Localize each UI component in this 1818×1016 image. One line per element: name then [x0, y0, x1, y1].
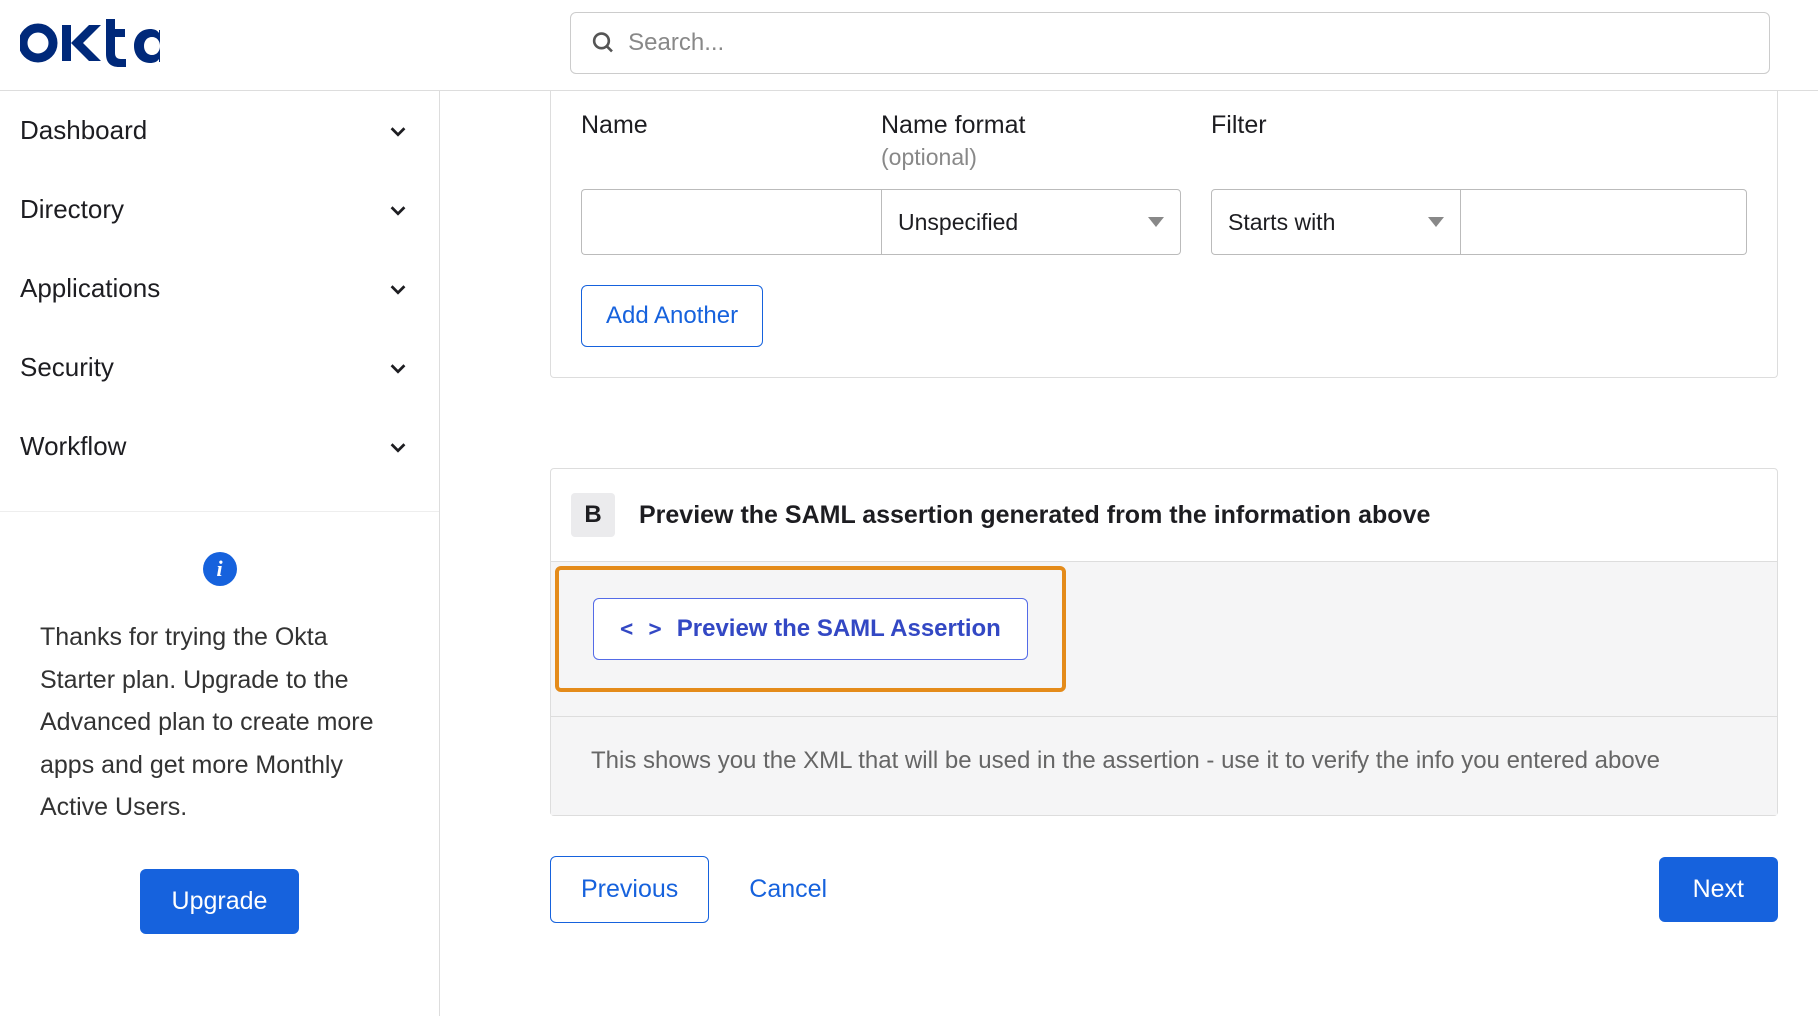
sidebar-item-label: Security [20, 352, 114, 383]
sidebar-item-workflow[interactable]: Workflow [0, 407, 439, 486]
sidebar: Dashboard Directory Applications Securit… [0, 91, 440, 1016]
okta-logo [20, 19, 170, 67]
dropdown-icon [1428, 217, 1444, 227]
info-icon: i [203, 552, 237, 586]
sidebar-item-directory[interactable]: Directory [0, 170, 439, 249]
name-format-column-label: Name format [881, 111, 1181, 140]
filter-type-select[interactable]: Starts with [1211, 189, 1461, 255]
preview-section-title: Preview the SAML assertion generated fro… [639, 501, 1430, 530]
filter-type-value: Starts with [1228, 209, 1335, 236]
search-icon [591, 30, 616, 56]
add-another-button[interactable]: Add Another [581, 285, 763, 347]
sidebar-item-dashboard[interactable]: Dashboard [0, 91, 439, 170]
previous-button[interactable]: Previous [550, 856, 709, 923]
attributes-panel: Name Name format (optional) Unspecified [550, 91, 1778, 378]
wizard-footer: Previous Cancel Next [550, 856, 1778, 923]
sidebar-item-label: Directory [20, 194, 124, 225]
name-column-label: Name [581, 111, 881, 140]
sidebar-item-label: Workflow [20, 431, 126, 462]
preview-description: This shows you the XML that will be used… [551, 716, 1777, 815]
upgrade-text: Thanks for trying the Okta Starter plan.… [40, 616, 399, 829]
preview-saml-button[interactable]: < > Preview the SAML Assertion [593, 598, 1028, 660]
name-format-value: Unspecified [898, 209, 1018, 236]
preview-saml-button-label: Preview the SAML Assertion [677, 615, 1001, 643]
name-input[interactable] [581, 189, 881, 255]
search-input[interactable] [628, 29, 1749, 57]
sidebar-item-label: Applications [20, 273, 160, 304]
preview-section: B Preview the SAML assertion generated f… [550, 468, 1778, 816]
search-box[interactable] [570, 12, 1770, 74]
cancel-button[interactable]: Cancel [749, 875, 827, 904]
preview-highlight-box: < > Preview the SAML Assertion [555, 566, 1066, 692]
sidebar-item-label: Dashboard [20, 115, 147, 146]
filter-value-input[interactable] [1461, 189, 1747, 255]
sidebar-item-security[interactable]: Security [0, 328, 439, 407]
chevron-down-icon [387, 278, 409, 300]
main-content: Name Name format (optional) Unspecified [440, 91, 1818, 1016]
upgrade-button[interactable]: Upgrade [140, 869, 300, 934]
chevron-down-icon [387, 436, 409, 458]
name-format-optional-label: (optional) [881, 144, 1181, 171]
chevron-down-icon [387, 199, 409, 221]
next-button[interactable]: Next [1659, 857, 1778, 922]
name-format-select[interactable]: Unspecified [881, 189, 1181, 255]
filter-column-label: Filter [1211, 111, 1747, 140]
code-icon: < > [620, 617, 663, 642]
upgrade-panel: i Thanks for trying the Okta Starter pla… [0, 511, 439, 974]
section-badge: B [571, 493, 615, 537]
sidebar-item-applications[interactable]: Applications [0, 249, 439, 328]
chevron-down-icon [387, 357, 409, 379]
okta-logo-icon [20, 19, 160, 67]
dropdown-icon [1148, 217, 1164, 227]
top-header [0, 0, 1818, 91]
sidebar-nav-scroll[interactable]: Dashboard Directory Applications Securit… [0, 91, 439, 511]
chevron-down-icon [387, 120, 409, 142]
